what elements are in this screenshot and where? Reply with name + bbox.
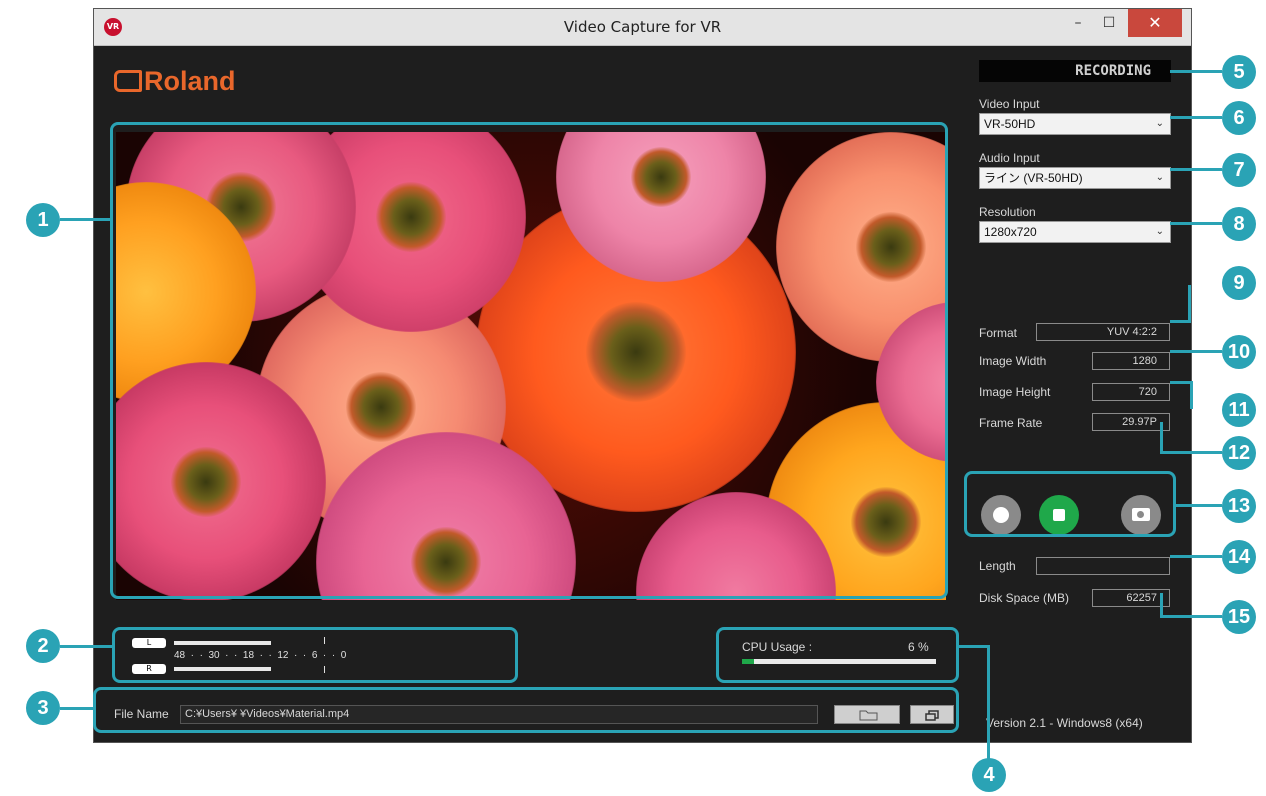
image-height-label: Image Height bbox=[979, 385, 1051, 399]
leader-line bbox=[1160, 451, 1222, 454]
audio-input-select[interactable]: ライン (VR-50HD) ⌄ bbox=[979, 167, 1171, 189]
chevron-down-icon: ⌄ bbox=[1155, 118, 1164, 129]
callout-number-15: 15 bbox=[1222, 600, 1256, 634]
callout-number-7: 7 bbox=[1222, 153, 1256, 187]
callout-number-12: 12 bbox=[1222, 436, 1256, 470]
video-input-select[interactable]: VR-50HD ⌄ bbox=[979, 113, 1171, 135]
leader-line bbox=[1170, 70, 1222, 73]
chevron-down-icon: ⌄ bbox=[1155, 226, 1164, 237]
callout-number-10: 10 bbox=[1222, 335, 1256, 369]
image-width-label: Image Width bbox=[979, 354, 1047, 368]
minimize-button[interactable]: – bbox=[1064, 9, 1092, 37]
callout-box-cpu bbox=[716, 627, 959, 683]
length-label: Length bbox=[979, 559, 1016, 573]
callout-number-1: 1 bbox=[26, 203, 60, 237]
resolution-select[interactable]: 1280x720 ⌄ bbox=[979, 221, 1171, 243]
disk-space-value: 62257 bbox=[1092, 589, 1170, 607]
leader-line bbox=[1160, 593, 1163, 617]
leader-line bbox=[1170, 116, 1222, 119]
title-bar: VR Video Capture for VR – ☐ ✕ bbox=[94, 9, 1191, 46]
leader-line bbox=[1170, 168, 1222, 171]
image-width-value: 1280 bbox=[1092, 352, 1170, 370]
callout-box-controls bbox=[964, 471, 1176, 537]
callout-number-2: 2 bbox=[26, 629, 60, 663]
maximize-button[interactable]: ☐ bbox=[1094, 9, 1124, 37]
audio-input-label: Audio Input bbox=[979, 151, 1040, 165]
length-value bbox=[1036, 557, 1170, 575]
frame-rate-label: Frame Rate bbox=[979, 416, 1043, 430]
callout-box-meter bbox=[112, 627, 518, 683]
resolution-label: Resolution bbox=[979, 205, 1036, 219]
format-value: YUV 4:2:2 bbox=[1036, 323, 1170, 341]
callout-number-3: 3 bbox=[26, 691, 60, 725]
leader-line bbox=[1170, 555, 1222, 558]
roland-logo-mark bbox=[114, 70, 142, 92]
leader-line bbox=[60, 645, 114, 648]
callout-number-11: 11 bbox=[1222, 393, 1256, 427]
recording-status: RECORDING bbox=[979, 60, 1171, 82]
image-height-value: 720 bbox=[1092, 383, 1170, 401]
leader-line bbox=[1160, 615, 1222, 618]
leader-line bbox=[60, 707, 95, 710]
callout-number-14: 14 bbox=[1222, 540, 1256, 574]
callout-number-5: 5 bbox=[1222, 55, 1256, 89]
leader-line bbox=[1170, 381, 1192, 384]
roland-logo: Roland bbox=[114, 66, 236, 97]
callout-number-13: 13 bbox=[1222, 489, 1256, 523]
leader-line bbox=[1175, 504, 1222, 507]
leader-line bbox=[1170, 320, 1190, 323]
leader-line bbox=[1170, 222, 1222, 225]
callout-box-file bbox=[93, 687, 959, 733]
leader-line bbox=[60, 218, 112, 221]
video-input-label: Video Input bbox=[979, 97, 1040, 111]
audio-input-value: ライン (VR-50HD) bbox=[984, 171, 1083, 185]
leader-line bbox=[1188, 285, 1191, 323]
chevron-down-icon: ⌄ bbox=[1155, 172, 1164, 183]
callout-number-4: 4 bbox=[972, 758, 1006, 792]
callout-box-preview bbox=[110, 122, 948, 599]
leader-line bbox=[1190, 381, 1193, 409]
version-label: Version 2.1 - Windows8 (x64) bbox=[986, 716, 1143, 730]
leader-line bbox=[958, 645, 990, 648]
disk-space-label: Disk Space (MB) bbox=[979, 591, 1070, 605]
frame-rate-value: 29.97P bbox=[1092, 413, 1170, 431]
callout-number-9: 9 bbox=[1222, 266, 1256, 300]
leader-line bbox=[1160, 422, 1163, 454]
callout-number-8: 8 bbox=[1222, 207, 1256, 241]
format-label: Format bbox=[979, 326, 1018, 340]
roland-logo-text: Roland bbox=[144, 66, 236, 96]
close-button[interactable]: ✕ bbox=[1128, 9, 1182, 37]
callout-number-6: 6 bbox=[1222, 101, 1256, 135]
leader-line bbox=[1170, 350, 1222, 353]
window-title: Video Capture for VR bbox=[563, 18, 722, 36]
leader-line bbox=[987, 645, 990, 760]
video-input-value: VR-50HD bbox=[984, 117, 1036, 131]
resolution-value: 1280x720 bbox=[984, 225, 1037, 239]
